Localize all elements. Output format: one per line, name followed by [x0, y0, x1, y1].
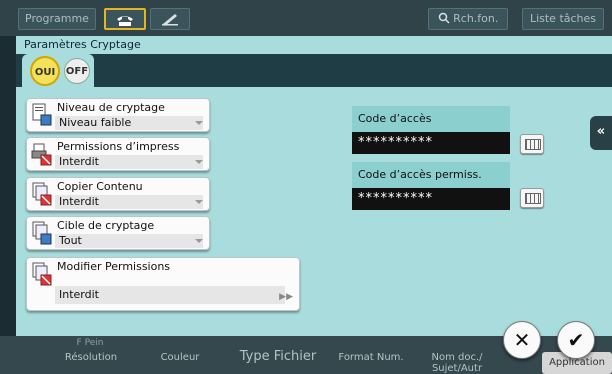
chevron-right-icon: ▶▶: [279, 292, 293, 302]
tab-scan-format[interactable]: Format Num.: [336, 352, 406, 363]
access-code-field[interactable]: Code d’accès **********: [352, 106, 510, 154]
permission-code-field[interactable]: Code d’accès permiss. **********: [352, 162, 510, 210]
cancel-button[interactable]: ✕: [503, 321, 541, 359]
tab-color[interactable]: Couleur: [150, 352, 210, 363]
edit-prohibited-icon: [32, 262, 52, 286]
encryption-level-select[interactable]: Niveau de cryptage Niveau faible: [26, 98, 210, 132]
tab-resolution[interactable]: Résolution: [56, 352, 126, 363]
copy-content-label: Copier Contenu: [57, 180, 143, 193]
access-code-input[interactable]: **********: [352, 132, 510, 154]
tab-partial: F Pein: [76, 338, 104, 348]
job-list-button[interactable]: Liste tâches: [522, 8, 604, 30]
keyboard-icon: [525, 193, 541, 204]
toggle-strip: [16, 54, 612, 87]
print-permission-select[interactable]: Permissions d’impress Interdit: [26, 137, 210, 171]
phone-icon: [117, 16, 133, 26]
pen-icon: [162, 14, 178, 26]
encryption-level-label: Niveau de cryptage: [57, 101, 165, 114]
permission-code-label: Code d’accès permiss.: [358, 168, 482, 181]
pen-button[interactable]: [150, 8, 190, 30]
permission-code-input[interactable]: **********: [352, 188, 510, 210]
tab-document-name[interactable]: Nom doc./ Sujet/Autr: [422, 352, 492, 374]
access-code-label: Code d’accès: [358, 112, 432, 125]
encryption-target-select[interactable]: Cible de cryptage Tout: [26, 216, 210, 250]
document-lock-icon: [32, 103, 52, 126]
chevron-down-icon: [195, 121, 203, 125]
modify-permissions-value: Interdit: [55, 286, 285, 304]
search-label: Rch.fon.: [453, 12, 499, 25]
print-permission-label: Permissions d’impress: [57, 140, 180, 153]
search-icon: [438, 12, 450, 24]
encryption-level-value: Niveau faible: [55, 116, 203, 130]
phone-button[interactable]: [104, 8, 146, 30]
chevron-down-icon: [195, 200, 203, 204]
copy-content-value: Interdit: [55, 195, 203, 209]
dialog-title: Paramètres Cryptage: [24, 38, 141, 51]
printer-prohibited-icon: [31, 143, 52, 166]
encryption-target-label: Cible de cryptage: [57, 219, 155, 232]
toggle-on-button[interactable]: OUI: [30, 56, 60, 86]
tab-file-type[interactable]: Type Fichier: [230, 349, 326, 364]
print-permission-value: Interdit: [55, 155, 203, 169]
keyboard-button[interactable]: [520, 188, 544, 208]
toggle-off-button[interactable]: OFF: [64, 58, 90, 84]
encryption-dialog: Paramètres Cryptage OUI OFF Niveau de cr…: [16, 36, 612, 336]
encryption-target-value: Tout: [55, 234, 203, 248]
document-target-icon: [32, 221, 52, 245]
copy-content-select[interactable]: Copier Contenu Interdit: [26, 177, 210, 211]
programme-button[interactable]: Programme: [18, 8, 96, 30]
search-button[interactable]: Rch.fon.: [428, 8, 508, 30]
copy-prohibited-icon: [32, 182, 52, 206]
modify-permissions-label: Modifier Permissions: [57, 260, 171, 273]
keyboard-icon: [525, 139, 541, 150]
chevron-down-icon: [195, 239, 203, 243]
ok-button[interactable]: ✔: [557, 321, 595, 359]
modify-permissions-button[interactable]: Modifier Permissions Interdit ▶▶: [26, 257, 300, 311]
keyboard-button[interactable]: [520, 134, 544, 154]
collapse-panel-tab[interactable]: «: [590, 116, 612, 150]
chevron-down-icon: [195, 160, 203, 164]
